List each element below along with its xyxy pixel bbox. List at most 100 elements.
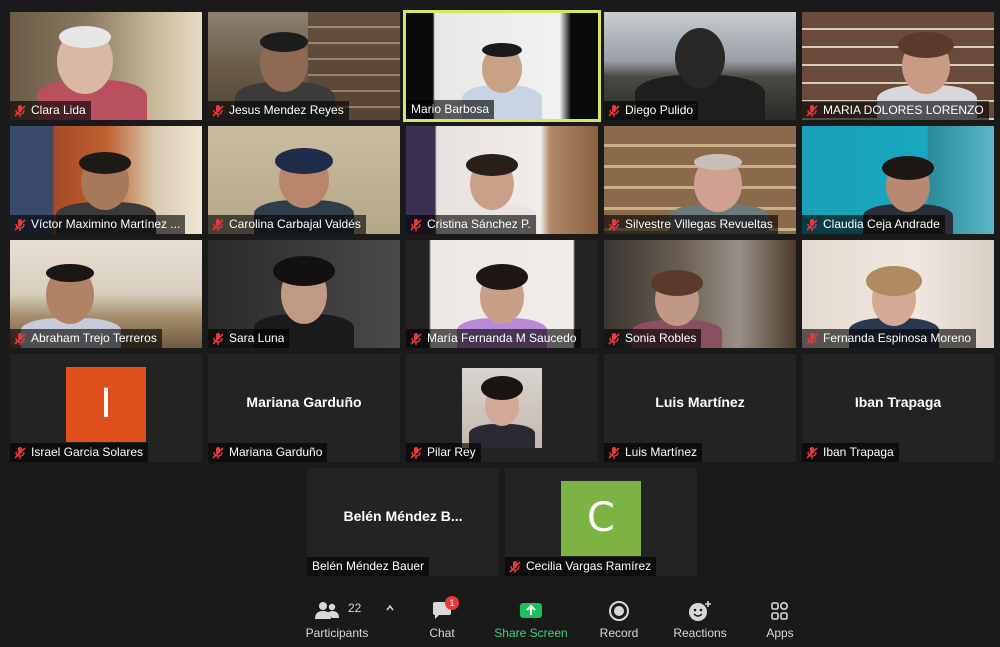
participant-tile[interactable]: Sonia Robles [604,240,796,348]
participant-name: Iban Trapaga [823,445,894,459]
participant-tile[interactable]: I Israel Garcia Solares [10,354,202,462]
participant-name-bar: MARIA DOLORES LORENZO [802,101,989,120]
participants-count: 22 [348,601,362,615]
participant-tile[interactable]: María Fernanda M Saucedo [406,240,598,348]
share-screen-button[interactable]: Share Screen [490,598,572,644]
participant-tile[interactable]: Carolina Carbajal Valdés [208,126,400,234]
participant-tile[interactable]: Iban Trapaga Iban Trapaga [802,354,994,462]
participant-tile[interactable]: Fernanda Espinosa Moreno [802,240,994,348]
participant-name: Mario Barbosa [411,102,490,116]
participant-name: Jesus Mendez Reyes [229,103,344,117]
chat-icon-wrap: 1 [417,596,467,624]
participant-name-bar: Iban Trapaga [802,443,899,462]
apps-label: Apps [766,626,794,640]
share-screen-label: Share Screen [494,626,568,640]
participant-name-bar: Fernanda Espinosa Moreno [802,329,977,348]
participants-options-caret[interactable] [380,602,400,647]
participant-tile[interactable]: Clara Lida [10,12,202,120]
participant-name: Clara Lida [31,103,86,117]
reactions-icon-wrap [668,598,732,624]
participant-name-bar: Israel Garcia Solares [10,443,149,462]
participants-button[interactable]: 22 Participants [302,598,372,644]
share-screen-arrow-icon [520,603,542,618]
participant-tile[interactable]: C Cecilia Vargas Ramírez [505,468,697,576]
muted-mic-icon [14,218,26,231]
participant-name-bar: Carolina Carbajal Valdés [208,215,366,234]
participant-name: Silvestre Villegas Revueltas [625,217,773,231]
muted-mic-icon [212,332,224,345]
muted-mic-icon [410,218,422,231]
participant-name: Cecilia Vargas Ramírez [526,559,652,573]
participant-tile[interactable]: Luis Martínez Luis Martínez [604,354,796,462]
participant-name: Israel Garcia Solares [31,445,144,459]
participant-name: Pilar Rey [427,445,476,459]
participant-name-bar: Jesus Mendez Reyes [208,101,349,120]
avatar: I [66,367,146,442]
muted-mic-icon [806,104,818,117]
participant-tile[interactable]: Claudia Ceja Andrade [802,126,994,234]
reactions-button[interactable]: Reactions [668,598,732,644]
participant-tile[interactable]: Belén Méndez B... Belén Méndez Bauer [307,468,499,576]
chat-button[interactable]: 1 Chat [417,596,467,644]
participants-icon-wrap: 22 [302,598,372,624]
participant-name-bar: Mario Barbosa [406,100,495,119]
participant-name-bar: Luis Martínez [604,443,703,462]
share-icon-wrap [490,598,572,624]
participant-name-bar: Víctor Maximino Martínez ... [10,215,186,234]
participant-tile[interactable]: Jesus Mendez Reyes [208,12,400,120]
participant-tile[interactable]: Mariana Garduño Mariana Garduño [208,354,400,462]
apps-icon-wrap [758,598,802,624]
participant-tile[interactable]: Pilar Rey [406,354,598,462]
reactions-label: Reactions [673,626,727,640]
participant-name: Fernanda Espinosa Moreno [823,331,972,345]
video-gallery: Clara Lida Jesus Mendez Reyes Mario Barb… [0,0,1000,647]
muted-mic-icon [14,332,26,345]
participant-center-name: Belén Méndez B... [343,508,463,524]
avatar: C [561,481,641,556]
muted-mic-icon [212,446,224,459]
muted-mic-icon [509,560,521,573]
meeting-toolbar: 22 Participants 1 Chat Share Screen Reco… [0,590,1000,647]
person-silhouette [465,370,539,448]
participant-name-bar: María Fernanda M Saucedo [406,329,582,348]
muted-mic-icon [608,218,620,231]
participant-name: Sara Luna [229,331,285,345]
caret-up-icon [386,604,394,611]
participant-name-bar: Diego Pulido [604,101,699,120]
participant-name-bar: Cecilia Vargas Ramírez [505,557,657,576]
record-icon [609,601,629,621]
participant-tile[interactable]: Sara Luna [208,240,400,348]
participant-name: Cristina Sánchez P. [427,217,531,231]
apps-icon [771,601,789,620]
chat-label: Chat [429,626,455,640]
muted-mic-icon [212,218,224,231]
participant-name: Luis Martínez [625,445,698,459]
participant-name-bar: Silvestre Villegas Revueltas [604,215,778,234]
participant-name-bar: Sara Luna [208,329,290,348]
participant-name: MARIA DOLORES LORENZO [823,103,984,117]
apps-button[interactable]: Apps [758,598,802,644]
participant-tile[interactable]: Diego Pulido [604,12,796,120]
muted-mic-icon [14,446,26,459]
muted-mic-icon [806,332,818,345]
participant-name-bar: Mariana Garduño [208,443,328,462]
record-button[interactable]: Record [594,598,644,644]
participant-tile[interactable]: Cristina Sánchez P. [406,126,598,234]
muted-mic-icon [410,446,422,459]
participant-name: Víctor Maximino Martínez ... [31,217,181,231]
participant-center-name: Luis Martínez [655,394,745,410]
participant-tile[interactable]: Víctor Maximino Martínez ... [10,126,202,234]
participant-name-bar: Cristina Sánchez P. [406,215,536,234]
participant-name: Carolina Carbajal Valdés [229,217,361,231]
participant-center-name: Iban Trapaga [854,394,942,410]
muted-mic-icon [806,218,818,231]
smiley-plus-icon [689,601,711,621]
people-icon [315,602,339,619]
participant-tile-active-speaker[interactable]: Mario Barbosa [403,10,601,122]
participant-tile[interactable]: MARIA DOLORES LORENZO [802,12,994,120]
participant-tile[interactable]: Abraham Trejo Terreros [10,240,202,348]
participant-tile[interactable]: Silvestre Villegas Revueltas [604,126,796,234]
record-icon-wrap [594,598,644,624]
muted-mic-icon [608,332,620,345]
muted-mic-icon [410,332,422,345]
